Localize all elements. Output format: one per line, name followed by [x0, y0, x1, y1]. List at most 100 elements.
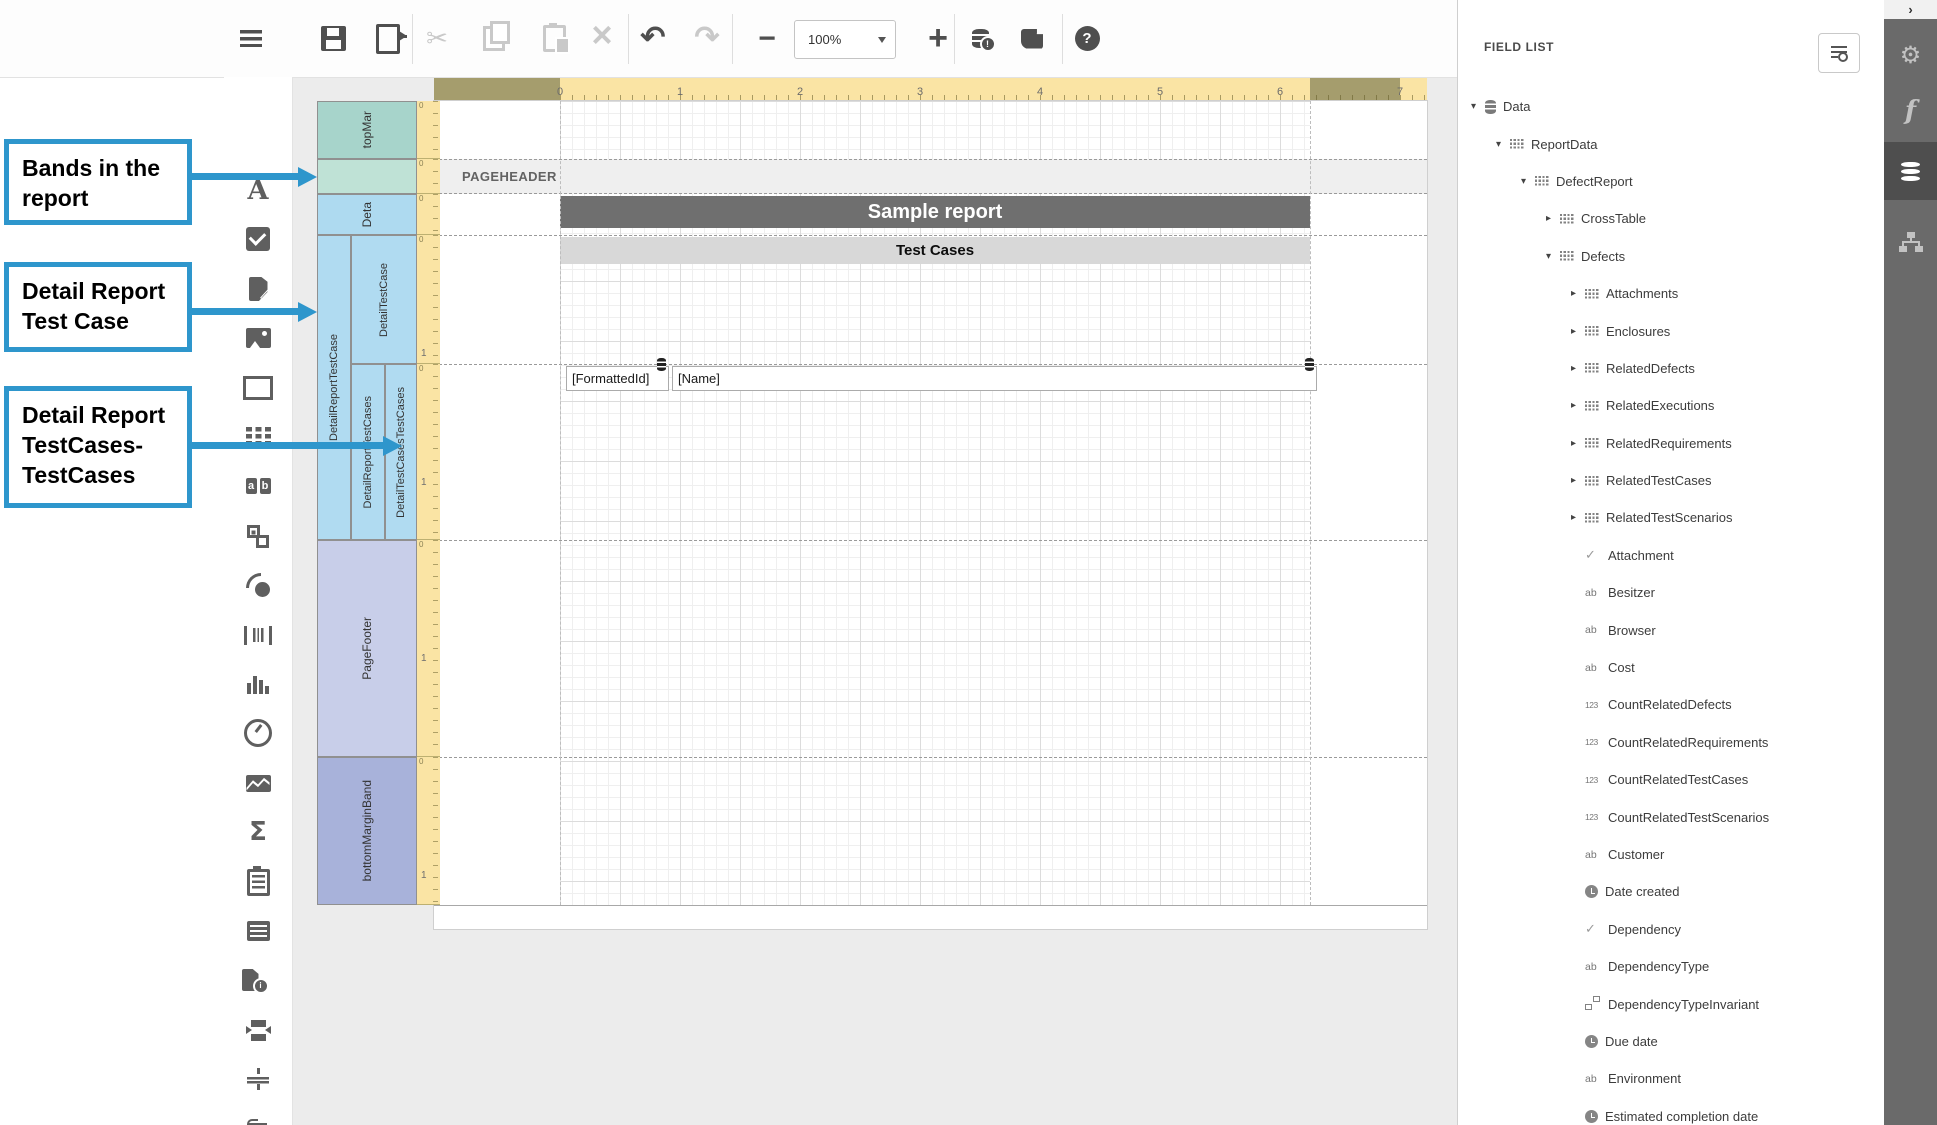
export-button[interactable]: [372, 0, 404, 77]
band-detail-report-test-cases[interactable]: DetailReportTestCases: [351, 364, 385, 540]
field-list-item[interactable]: DefectReport: [1458, 163, 1885, 200]
caret-right-icon[interactable]: [1571, 363, 1585, 374]
toolbox-pivot-grid-control[interactable]: [224, 867, 292, 897]
field-list-item[interactable]: Data: [1458, 88, 1885, 125]
field-list-item[interactable]: ReportData: [1458, 125, 1885, 162]
toolbox-picture-control[interactable]: [224, 323, 292, 353]
field-list-item[interactable]: Dependency: [1458, 911, 1885, 948]
field-list-item[interactable]: RelatedExecutions: [1458, 387, 1885, 424]
field-list-item[interactable]: Browser: [1458, 611, 1885, 648]
redo-button[interactable]: [690, 0, 724, 77]
field-list-item[interactable]: CountRelatedTestCases: [1458, 761, 1885, 798]
caret-down-icon[interactable]: [1546, 251, 1560, 262]
toolbox-page-info-control[interactable]: i: [224, 965, 292, 995]
toolbox-cross-band-line-control[interactable]: [224, 1064, 292, 1094]
callout-text-line: TestCases-: [22, 430, 181, 460]
field-list-item[interactable]: Cost: [1458, 649, 1885, 686]
cut-button[interactable]: [421, 0, 453, 77]
sidebar-expressions-button[interactable]: f: [1884, 83, 1937, 139]
report-title-label[interactable]: Sample report: [560, 196, 1310, 228]
band-detail-report-test-case[interactable]: DetailReportTestCase: [317, 235, 351, 540]
field-list-item[interactable]: Estimated completion date: [1458, 1098, 1885, 1125]
collapse-panel-button[interactable]: ›: [1884, 0, 1937, 19]
delete-button[interactable]: [586, 0, 618, 77]
field-list-item[interactable]: Due date: [1458, 1023, 1885, 1060]
caret-down-icon[interactable]: [1521, 176, 1535, 187]
callout-text-line: Detail Report: [22, 400, 181, 430]
caret-down-icon[interactable]: [1471, 101, 1485, 112]
field-list-item[interactable]: CountRelatedTestScenarios: [1458, 798, 1885, 835]
undo-button[interactable]: [636, 0, 670, 77]
band-top-margin[interactable]: topMar: [317, 101, 417, 159]
help-button[interactable]: [1070, 0, 1104, 77]
field-list-item[interactable]: Environment: [1458, 1060, 1885, 1097]
table-icon: [1585, 326, 1599, 337]
paste-button[interactable]: [538, 0, 570, 77]
sidebar-properties-button[interactable]: ⚙: [1884, 27, 1937, 83]
toolbox-character-comb-control[interactable]: [224, 471, 292, 501]
band-bottom-margin[interactable]: bottomMarginBand: [317, 757, 417, 905]
field-list-item[interactable]: DependencyType: [1458, 948, 1885, 985]
caret-right-icon[interactable]: [1571, 400, 1585, 411]
zoom-out-button[interactable]: [751, 0, 783, 77]
band-page-header[interactable]: [317, 159, 417, 194]
field-list-item[interactable]: RelatedDefects: [1458, 350, 1885, 387]
toolbox-cross-band-box-control[interactable]: [224, 1114, 292, 1125]
caret-right-icon[interactable]: [1571, 475, 1585, 486]
zoom-level-value: 100%: [808, 32, 878, 47]
toolbox-panel-control[interactable]: [224, 373, 292, 403]
sidebar-report-explorer-button[interactable]: [1884, 214, 1937, 270]
field-list-item[interactable]: RelatedTestScenarios: [1458, 499, 1885, 536]
field-list-item[interactable]: DependencyTypeInvariant: [1458, 985, 1885, 1022]
sidebar-field-list-button[interactable]: [1884, 142, 1937, 200]
page-header-band-strip[interactable]: PAGEHEADER: [434, 159, 1427, 194]
caret-right-icon[interactable]: [1571, 512, 1585, 523]
caret-down-icon[interactable]: [1496, 139, 1510, 150]
caret-right-icon[interactable]: [1546, 213, 1560, 224]
toolbox-summary-control[interactable]: [224, 817, 292, 847]
field-list-item[interactable]: CountRelatedDefects: [1458, 686, 1885, 723]
zoom-in-button[interactable]: [921, 0, 955, 77]
field-cell-formatted-id[interactable]: [FormattedId]: [566, 366, 669, 391]
copy-button[interactable]: [478, 0, 510, 77]
band-detail[interactable]: Deta: [317, 194, 417, 235]
section-title-label[interactable]: Test Cases: [560, 237, 1310, 264]
field-list-item[interactable]: RelatedTestCases: [1458, 462, 1885, 499]
field-list-item[interactable]: RelatedRequirements: [1458, 425, 1885, 462]
save-button[interactable]: [318, 0, 348, 77]
toolbox-sparkline-control[interactable]: [224, 768, 292, 798]
field-list-item[interactable]: Attachments: [1458, 275, 1885, 312]
field-list-options-button[interactable]: [1818, 33, 1860, 73]
field-list-item[interactable]: Besitzer: [1458, 574, 1885, 611]
toolbox-chart-control[interactable]: [224, 669, 292, 699]
toolbox-richtext-control[interactable]: [224, 274, 292, 304]
field-list-item-label: Estimated completion date: [1605, 1109, 1758, 1124]
menu-button[interactable]: [236, 0, 266, 77]
band-detail-test-case[interactable]: DetailTestCase: [351, 235, 417, 364]
toolbox-table-of-contents-control[interactable]: [224, 916, 292, 946]
field-list-item[interactable]: Customer: [1458, 836, 1885, 873]
validate-bindings-button[interactable]: [962, 0, 998, 77]
band-page-footer[interactable]: PageFooter: [317, 540, 417, 757]
toolbox-barcode-control[interactable]: [224, 620, 292, 650]
field-list-item[interactable]: Date created: [1458, 873, 1885, 910]
toolbox-shape-control[interactable]: [224, 570, 292, 600]
field-list-item[interactable]: Attachment: [1458, 537, 1885, 574]
toolbox-line-control[interactable]: [224, 521, 292, 551]
zoom-level-dropdown[interactable]: 100%: [794, 20, 896, 59]
callout-arrow-head: [298, 302, 327, 322]
toolbox-gauge-control[interactable]: [224, 718, 292, 748]
caret-right-icon[interactable]: [1571, 326, 1585, 337]
scripts-button[interactable]: [1014, 0, 1050, 77]
toolbox-page-break-control[interactable]: [224, 1015, 292, 1045]
toolbox-checkbox-control[interactable]: [224, 224, 292, 254]
field-list-item[interactable]: CountRelatedRequirements: [1458, 724, 1885, 761]
field-list-item[interactable]: Enclosures: [1458, 312, 1885, 349]
field-list-item[interactable]: Defects: [1458, 238, 1885, 275]
info-badge-icon: i: [253, 978, 269, 994]
caret-right-icon[interactable]: [1571, 438, 1585, 449]
field-list-item[interactable]: CrossTable: [1458, 200, 1885, 237]
field-list-panel: FIELD LIST Data ReportData DefectReport …: [1457, 0, 1884, 1125]
caret-right-icon[interactable]: [1571, 288, 1585, 299]
field-cell-name[interactable]: [Name]: [672, 366, 1317, 391]
